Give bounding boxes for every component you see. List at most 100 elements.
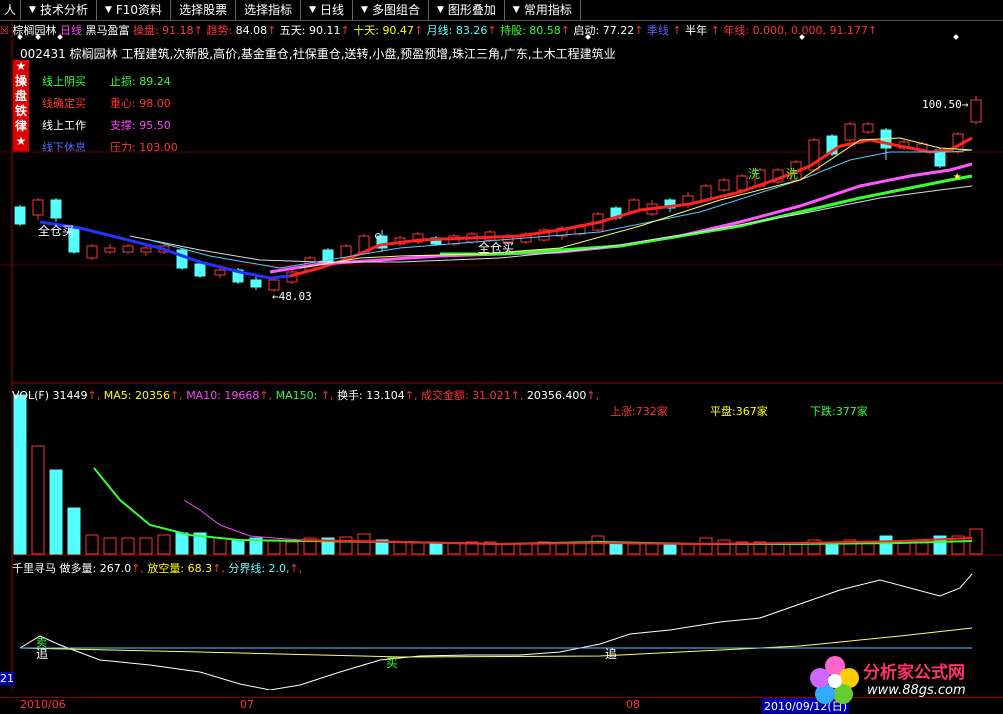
volume-bar xyxy=(915,542,929,555)
volume-header: VOL(F) 31449↑, MA5: 20356↑, MA10: 19668↑… xyxy=(12,387,599,403)
volume-bar xyxy=(213,537,227,555)
arrow-up-icon: ↑, xyxy=(510,389,527,402)
full-buy-label: 全仓买 xyxy=(478,240,514,255)
volume-bar xyxy=(85,534,99,555)
logo-url: www.88gs.com xyxy=(867,683,966,698)
volume-bar xyxy=(157,534,171,555)
date-label-1: 2010/06 xyxy=(20,698,66,711)
osc-field-label: 做多量: xyxy=(59,562,100,575)
arrow-up-icon: ↑, xyxy=(169,389,187,402)
osc-name: 千里寻马 xyxy=(12,562,60,575)
breadth-flat: 平盘:367家 xyxy=(710,405,768,418)
buy-label: 买 xyxy=(386,656,398,670)
arrow-up-icon: ↑, xyxy=(259,389,276,402)
candle-body xyxy=(862,123,874,133)
volume-bar xyxy=(699,537,713,555)
volume-bar xyxy=(285,541,299,555)
candle-body xyxy=(844,123,856,141)
candle-body xyxy=(194,263,206,277)
volume-bar xyxy=(339,536,353,555)
site-logo: 分析家公式网 www.88gs.com xyxy=(805,652,1000,708)
breadth-up: 上涨:732家 xyxy=(610,405,668,418)
candle-body xyxy=(86,245,98,259)
vol-field-label: MA150: xyxy=(275,389,321,402)
osc-field-label: 分界线: xyxy=(228,562,269,575)
signal-marker xyxy=(585,34,591,40)
volume-bar xyxy=(13,394,27,555)
volume-bar xyxy=(357,533,371,555)
volume-bar xyxy=(121,537,135,555)
candle-body xyxy=(970,99,982,123)
volume-bar xyxy=(139,537,153,555)
volume-bar xyxy=(591,535,605,555)
candle-body xyxy=(736,175,748,191)
wash-label: 洗 xyxy=(748,167,760,181)
volume-bar xyxy=(627,543,641,555)
signal-marker xyxy=(953,34,959,40)
volume-bar xyxy=(393,541,407,555)
signal-marker xyxy=(57,34,63,40)
breadth-down: 下跌:377家 xyxy=(810,405,868,418)
arrow-up-icon: ↑, xyxy=(131,562,148,575)
vol-field-value: 19668 xyxy=(224,389,260,402)
candle-body xyxy=(718,179,730,191)
date-label-2: 07 xyxy=(240,698,254,711)
candle-body xyxy=(140,247,152,253)
volume-bar xyxy=(501,543,515,555)
arrow-up-icon: ↑, xyxy=(404,389,421,402)
candle-body xyxy=(176,249,188,269)
volume-bar xyxy=(175,532,189,555)
volume-bar xyxy=(717,539,731,555)
osc-field-value: 2.0, xyxy=(268,562,290,575)
volume-bar xyxy=(429,543,443,555)
volume-bar xyxy=(231,539,245,555)
volume-bar xyxy=(447,542,461,555)
candle-body xyxy=(268,279,280,291)
vol-field-value: 20356.400 xyxy=(526,389,587,402)
signal-marker xyxy=(35,34,41,40)
left-axis-label: 21 xyxy=(0,672,14,685)
volume-bar xyxy=(879,535,893,555)
osc-field-value: 68.3 xyxy=(187,562,213,575)
volume-bar xyxy=(411,542,425,555)
candle-body xyxy=(32,199,44,216)
wash-label: 洗 xyxy=(786,167,798,181)
volume-bar xyxy=(771,543,785,555)
volume-bar xyxy=(49,469,63,555)
vol-field-label: 成交金额: xyxy=(420,389,473,402)
osc-field-value: 267.0 xyxy=(99,562,132,575)
arrow-up-icon: ↑, xyxy=(289,562,303,575)
candle-body xyxy=(104,247,116,253)
star-icon: ★ xyxy=(953,168,962,184)
signal-marker xyxy=(799,34,805,40)
volume-bar xyxy=(897,542,911,555)
flower-icon xyxy=(810,656,859,704)
date-label-3: 08 xyxy=(626,698,640,711)
arrow-up-icon: ↑, xyxy=(586,389,600,402)
vol-field-value: 31.021 xyxy=(472,389,511,402)
logo-name: 分析家公式网 xyxy=(863,663,965,683)
signal-marker xyxy=(17,34,23,40)
high-price-label: 100.50→ xyxy=(922,98,969,111)
arrow-up-icon: ↑, xyxy=(320,389,338,402)
oscillator-header: 千里寻马 做多量: 267.0↑, 放空量: 68.3↑, 分界线: 2.0,↑… xyxy=(12,560,302,576)
volume-bar xyxy=(31,445,45,555)
chase-label: 追 xyxy=(605,646,617,661)
vol-field-value: 13.104 xyxy=(366,389,405,402)
vol-field-label: VOL(F) xyxy=(12,389,53,402)
volume-bar xyxy=(67,507,81,555)
candle-body xyxy=(50,199,62,219)
price-chart[interactable]: 全仓买全仓买洗 洗←48.03100.50→★追 追买卖 xyxy=(0,0,1003,690)
vol-field-value: 31449 xyxy=(52,389,88,402)
candle-body xyxy=(14,206,26,225)
vol-field-label: 换手: xyxy=(337,389,367,402)
arrow-up-icon: ↑, xyxy=(87,389,104,402)
low-price-label: ←48.03 xyxy=(272,290,312,303)
vol-field-label: MA5: xyxy=(103,389,135,402)
sell-label: 卖 xyxy=(36,636,47,649)
candle-body xyxy=(214,269,226,276)
candle-body xyxy=(250,279,262,288)
volume-bar xyxy=(645,542,659,555)
arrow-up-icon: ↑, xyxy=(212,562,229,575)
volume-bar xyxy=(103,537,117,555)
